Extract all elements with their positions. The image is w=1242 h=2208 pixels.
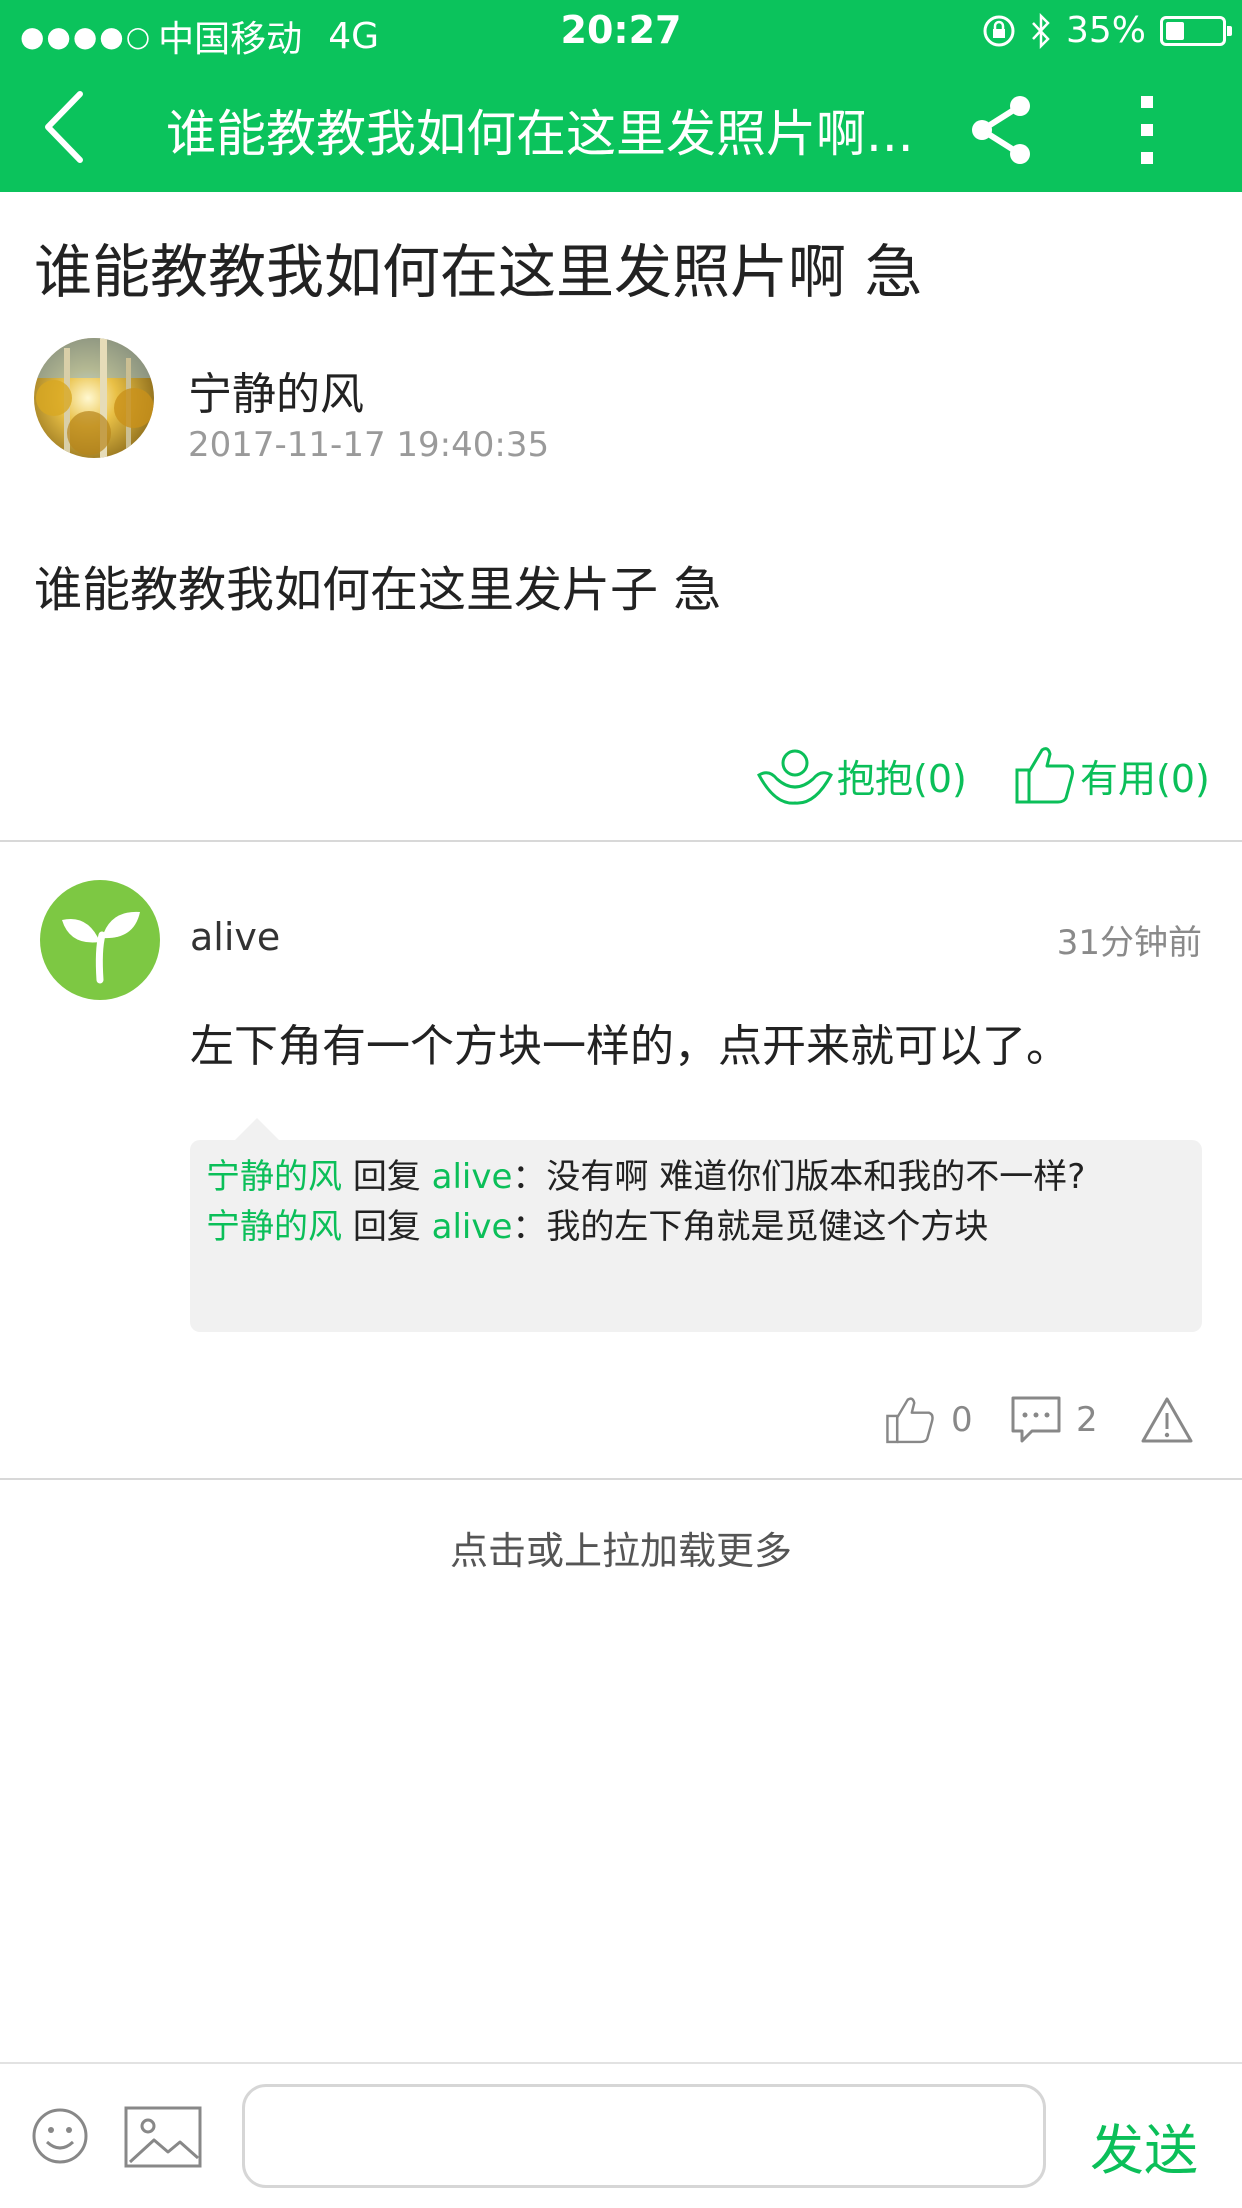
divider — [0, 1478, 1242, 1480]
share-icon[interactable] — [962, 90, 1042, 170]
load-more-button[interactable]: 点击或上拉加载更多 — [0, 1520, 1242, 1575]
comment-icon — [1011, 1396, 1061, 1443]
divider — [0, 840, 1242, 842]
hug-button[interactable]: 抱抱(0) — [755, 740, 967, 810]
useful-button[interactable]: 有用(0) — [1014, 740, 1210, 810]
post-author[interactable]: 宁静的风 — [188, 358, 364, 422]
reply-to[interactable]: alive — [432, 1207, 513, 1247]
thumbs-up-icon — [1015, 747, 1074, 804]
comment-like-button[interactable]: 0 — [885, 1390, 973, 1450]
reply-item[interactable]: 宁静的风 回复 alive：我的左下角就是觅健这个方块 — [206, 1202, 1186, 1252]
report-button[interactable] — [1140, 1390, 1194, 1450]
like-count: 0 — [951, 1400, 973, 1440]
comment-body: 左下角有一个方块一样的，点开来就可以了。 — [190, 1021, 1070, 1072]
hug-label: 抱抱(0) — [837, 756, 967, 801]
battery-percent: 35% — [1065, 10, 1146, 51]
status-bar: ●●●●○ 中国移动 4G 20:27 35% — [0, 0, 1242, 62]
reply-text: ：没有啊 难道你们版本和我的不一样? — [512, 1157, 1086, 1197]
composer-bar: 发送 — [0, 2062, 1242, 2208]
author-avatar[interactable] — [34, 338, 154, 458]
useful-label: 有用(0) — [1080, 756, 1210, 801]
post-body: 谁能教教我如何在这里发片子 急 — [34, 562, 722, 618]
reply-text: ：我的左下角就是觅健这个方块 — [512, 1207, 989, 1247]
reply-verb: 回复 — [352, 1157, 421, 1197]
comment-time: 31分钟前 — [1056, 923, 1202, 963]
reply-from[interactable]: 宁静的风 — [206, 1157, 342, 1197]
emoji-icon[interactable] — [30, 2106, 90, 2166]
nav-title: 谁能教教我如何在这里发照片啊... — [166, 105, 914, 163]
hug-icon — [757, 749, 833, 805]
comment-input[interactable] — [242, 2084, 1046, 2188]
nav-bar: 谁能教教我如何在这里发照片啊... — [0, 62, 1242, 192]
commenter-avatar[interactable] — [40, 880, 160, 1000]
reply-list: 宁静的风 回复 alive：没有啊 难道你们版本和我的不一样? 宁静的风 回复 … — [190, 1118, 1202, 1332]
reply-from[interactable]: 宁静的风 — [206, 1207, 342, 1247]
thumbs-up-icon — [886, 1397, 934, 1444]
comment-reply-button[interactable]: 2 — [1010, 1390, 1098, 1450]
image-icon[interactable] — [124, 2106, 202, 2168]
reply-item[interactable]: 宁静的风 回复 alive：没有啊 难道你们版本和我的不一样? — [206, 1152, 1186, 1202]
back-icon[interactable] — [30, 82, 110, 172]
send-button[interactable]: 发送 — [1090, 2106, 1198, 2185]
reply-verb: 回复 — [352, 1207, 421, 1247]
comment-count: 2 — [1076, 1400, 1098, 1440]
reply-to[interactable]: alive — [432, 1157, 513, 1197]
warning-icon — [1141, 1397, 1193, 1443]
orientation-lock-icon — [983, 15, 1015, 46]
more-options-icon[interactable] — [1125, 90, 1171, 170]
post-timestamp: 2017-11-17 19:40:35 — [188, 425, 550, 465]
bluetooth-icon — [1032, 12, 1050, 49]
battery-icon — [1160, 15, 1232, 46]
post-title: 谁能教教我如何在这里发照片啊 急 — [34, 238, 923, 306]
comment-author[interactable]: alive — [190, 915, 280, 959]
